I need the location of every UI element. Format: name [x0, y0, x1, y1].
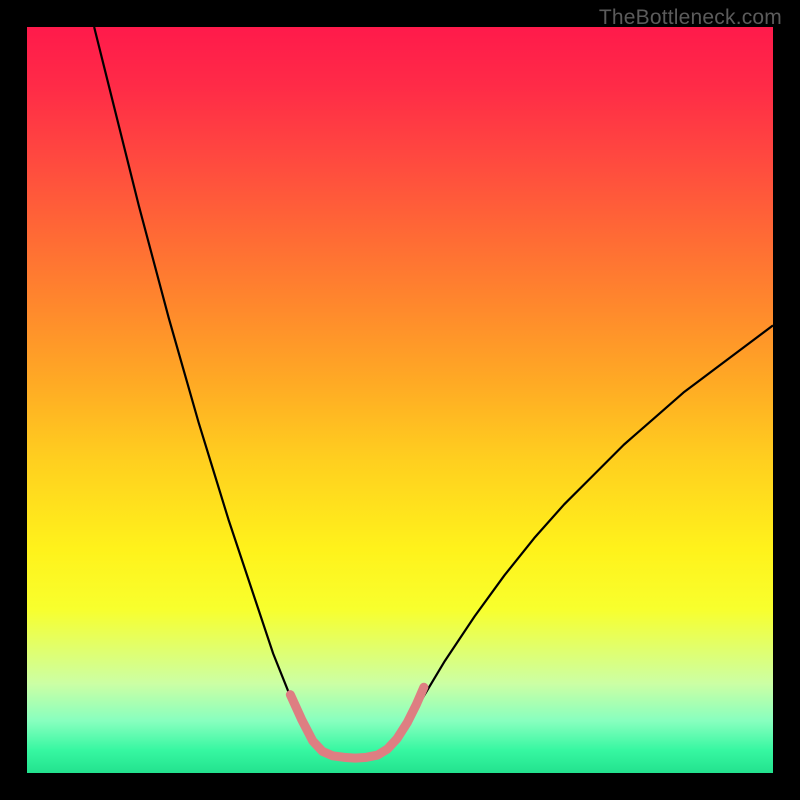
curve-layer: [27, 27, 773, 773]
series-highlight-segment: [290, 687, 424, 758]
plot-area: [27, 27, 773, 773]
series-right-branch: [348, 325, 773, 758]
series-left-branch: [94, 27, 348, 758]
chart-frame: TheBottleneck.com: [0, 0, 800, 800]
